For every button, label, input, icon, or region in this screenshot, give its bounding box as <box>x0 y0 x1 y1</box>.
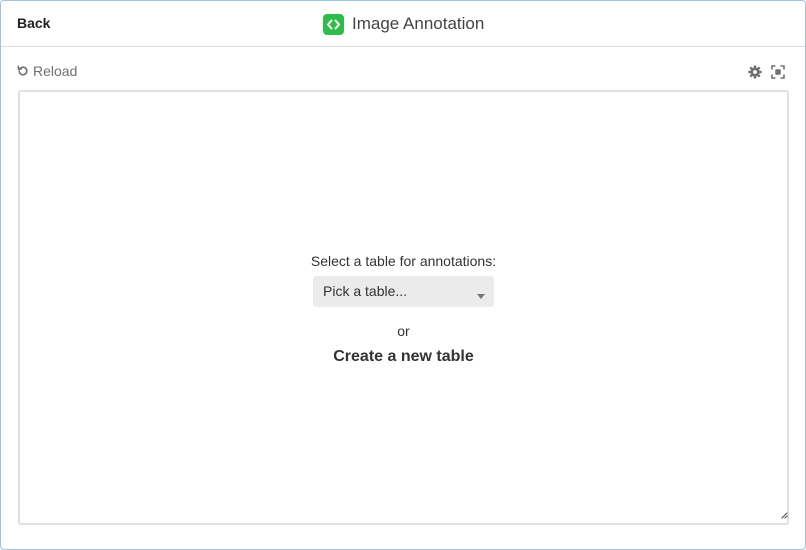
select-table-label: Select a table for annotations: <box>310 253 497 269</box>
back-button[interactable]: Back <box>17 15 50 31</box>
resize-handle-icon[interactable] <box>781 506 788 524</box>
app-title: Image Annotation <box>352 14 485 33</box>
reload-label: Reload <box>33 63 78 79</box>
table-picker-panel: Select a table for annotations: Pick a t… <box>20 252 787 366</box>
widget-toolbar: Reload <box>17 63 789 83</box>
gear-icon <box>748 65 762 79</box>
header-bar: Back Image Annotation <box>1 1 805 47</box>
app-window: Back Image Annotation Reload Select a ta… <box>0 0 806 550</box>
table-select-value: Pick a table... <box>323 283 408 299</box>
or-separator: or <box>397 323 410 339</box>
create-table-button[interactable]: Create a new table <box>333 348 474 366</box>
fullscreen-button[interactable] <box>771 65 785 84</box>
settings-button[interactable] <box>748 65 762 84</box>
app-title-group: Image Annotation <box>323 12 484 36</box>
reload-icon <box>17 65 28 76</box>
code-brackets-icon <box>323 13 344 35</box>
widget-frame: Select a table for annotations: Pick a t… <box>18 90 789 525</box>
table-select-dropdown[interactable]: Pick a table... <box>313 276 494 307</box>
reload-button[interactable]: Reload <box>17 63 77 79</box>
fullscreen-icon <box>771 65 785 79</box>
caret-down-icon <box>477 287 485 305</box>
